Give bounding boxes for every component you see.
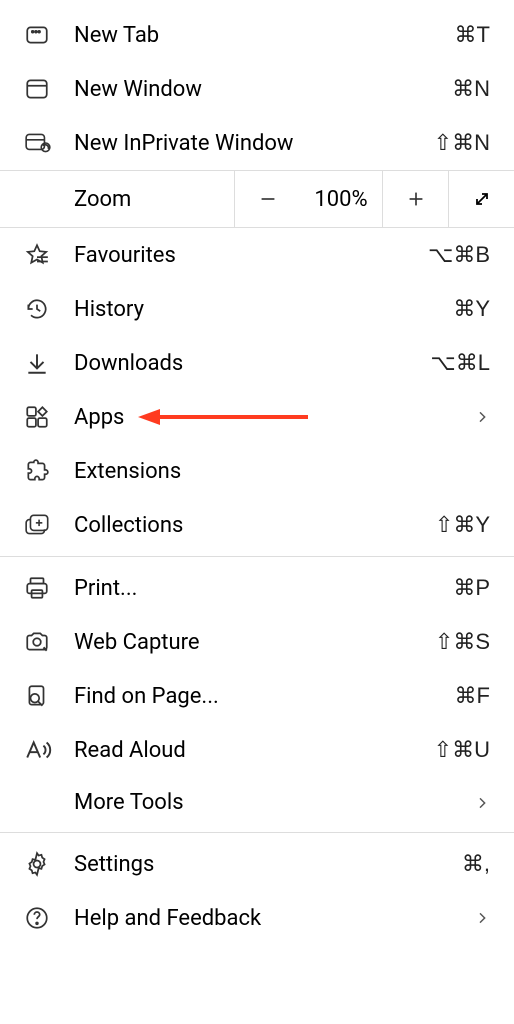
menu-label: Downloads [74, 351, 430, 376]
menu-item-apps[interactable]: Apps [0, 390, 514, 444]
menu-shortcut: ⇧⌘N [434, 130, 490, 156]
fullscreen-button[interactable] [448, 171, 514, 227]
menu-label: History [74, 297, 453, 322]
menu-shortcut: ⌘N [452, 76, 490, 102]
camera-icon [24, 628, 56, 656]
menu-item-web-capture[interactable]: Web Capture ⇧⌘S [0, 615, 514, 669]
menu-label: Read Aloud [74, 738, 434, 763]
puzzle-icon [24, 457, 56, 485]
menu-label: Favourites [74, 243, 428, 268]
print-icon [24, 574, 56, 602]
menu-item-find[interactable]: Find on Page... ⌘F [0, 669, 514, 723]
menu-item-favourites[interactable]: Favourites ⌥⌘B [0, 228, 514, 282]
zoom-value: 100% [300, 171, 382, 227]
divider [0, 832, 514, 833]
zoom-label: Zoom [0, 171, 234, 227]
menu-label: Web Capture [74, 630, 435, 655]
menu-label: Apps [74, 405, 474, 430]
menu-label: New Tab [74, 23, 455, 48]
menu-shortcut: ⌘F [455, 683, 490, 709]
zoom-out-button[interactable] [234, 171, 300, 227]
menu-label: Find on Page... [74, 684, 455, 709]
zoom-in-button[interactable] [382, 171, 448, 227]
menu-shortcut: ⌥⌘L [430, 350, 490, 376]
menu-shortcut: ⇧⌘S [435, 629, 490, 655]
menu-item-more-tools[interactable]: More Tools [0, 777, 514, 828]
history-icon [24, 295, 56, 323]
window-icon [24, 75, 56, 103]
menu-label: New InPrivate Window [74, 131, 434, 156]
menu-item-extensions[interactable]: Extensions [0, 444, 514, 498]
browser-menu: New Tab ⌘T New Window ⌘N New InPrivate W… [0, 0, 514, 953]
menu-item-new-window[interactable]: New Window ⌘N [0, 62, 514, 116]
menu-label: Settings [74, 852, 462, 877]
chevron-right-icon [474, 405, 490, 429]
help-icon [24, 904, 56, 932]
zoom-controls: Zoom 100% [0, 170, 514, 228]
new-tab-icon [24, 21, 56, 49]
menu-shortcut: ⇧⌘U [434, 737, 490, 763]
menu-item-history[interactable]: History ⌘Y [0, 282, 514, 336]
menu-shortcut: ⌥⌘B [428, 242, 490, 268]
menu-shortcut: ⌘Y [453, 296, 490, 322]
menu-label: New Window [74, 77, 452, 102]
menu-item-print[interactable]: Print... ⌘P [0, 561, 514, 615]
menu-label: More Tools [74, 790, 474, 815]
menu-label: Print... [74, 576, 453, 601]
menu-label: Collections [74, 513, 435, 538]
menu-shortcut: ⌘, [462, 851, 490, 877]
star-icon [24, 241, 56, 269]
menu-item-downloads[interactable]: Downloads ⌥⌘L [0, 336, 514, 390]
find-icon [24, 682, 56, 710]
menu-item-settings[interactable]: Settings ⌘, [0, 837, 514, 891]
download-icon [24, 349, 56, 377]
menu-item-help[interactable]: Help and Feedback [0, 891, 514, 945]
menu-shortcut: ⇧⌘Y [435, 512, 490, 538]
menu-label: Help and Feedback [74, 906, 474, 931]
collections-icon [24, 511, 56, 539]
divider [0, 556, 514, 557]
menu-item-new-inprivate[interactable]: New InPrivate Window ⇧⌘N [0, 116, 514, 170]
chevron-right-icon [474, 791, 490, 815]
menu-shortcut: ⌘T [455, 22, 490, 48]
menu-label: Extensions [74, 459, 490, 484]
menu-shortcut: ⌘P [453, 575, 490, 601]
read-aloud-icon [24, 736, 56, 764]
chevron-right-icon [474, 906, 490, 930]
gear-icon [24, 850, 56, 878]
inprivate-icon [24, 129, 56, 157]
menu-item-collections[interactable]: Collections ⇧⌘Y [0, 498, 514, 552]
menu-item-read-aloud[interactable]: Read Aloud ⇧⌘U [0, 723, 514, 777]
menu-item-new-tab[interactable]: New Tab ⌘T [0, 8, 514, 62]
apps-icon [24, 403, 56, 431]
